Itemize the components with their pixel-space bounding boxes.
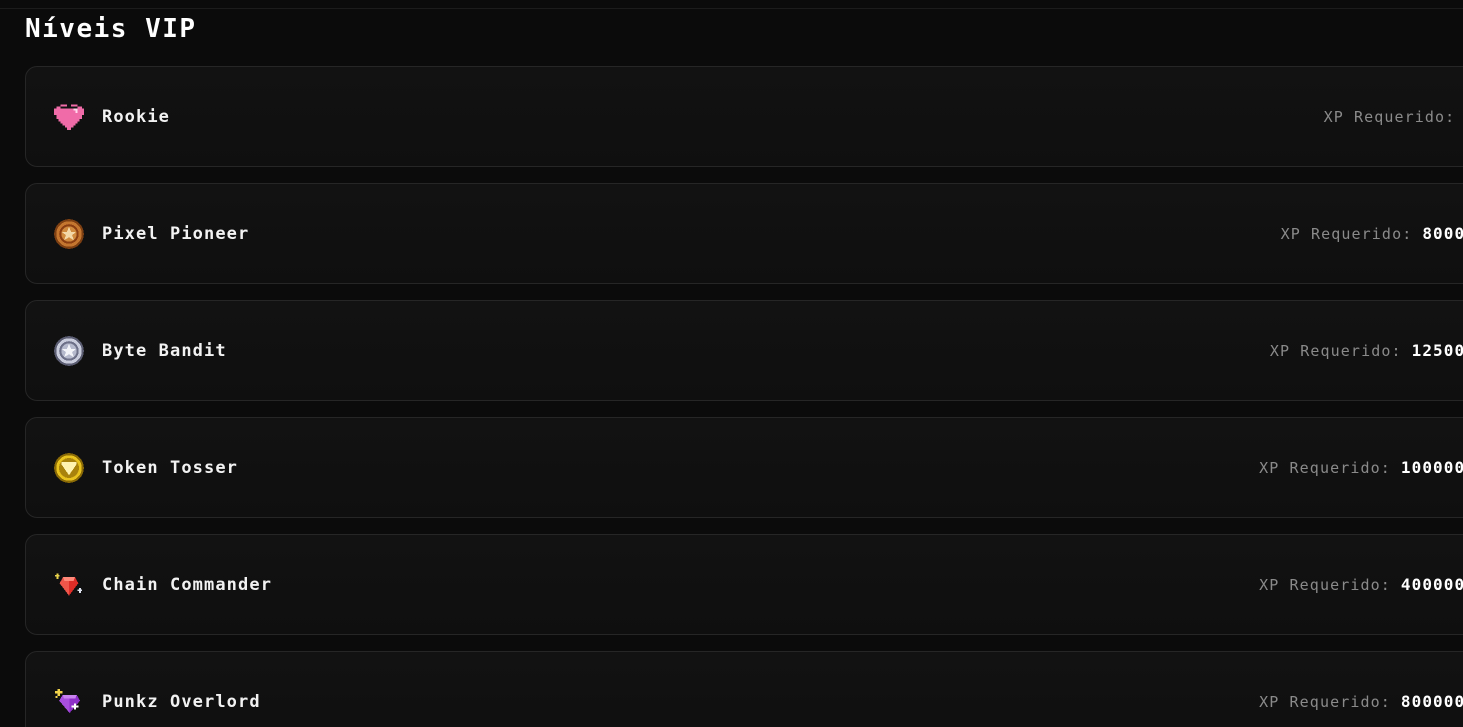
tier-name: Rookie <box>102 106 171 127</box>
xp-label: XP Requerido: <box>1280 225 1413 243</box>
red-gem-icon <box>52 568 86 602</box>
tier-identity: Punkz Overlord <box>52 685 261 719</box>
tier-identity: Token Tosser <box>52 451 238 485</box>
purple-gem-icon <box>52 685 86 719</box>
tier-name: Token Tosser <box>102 457 239 478</box>
bronze-medal-icon <box>52 217 86 251</box>
silver-medal-icon <box>52 334 86 368</box>
tier-name: Punkz Overlord <box>102 691 261 712</box>
gold-medal-icon <box>52 451 86 485</box>
tier-xp: XP Requerido: 0 <box>1324 107 1463 126</box>
xp-value: 8000000 <box>1400 692 1463 711</box>
tier-xp: XP Requerido: 1000000 <box>1259 458 1463 477</box>
header-divider <box>0 8 1463 9</box>
xp-value: 80000 <box>1422 224 1463 243</box>
tier-xp: XP Requerido: 125000 <box>1270 341 1463 360</box>
vip-levels-page: Níveis VIP Rookie XP Requerido: Pixel Pi… <box>0 0 1463 727</box>
xp-value: 4000000 <box>1400 575 1463 594</box>
tier-card-pixel-pioneer[interactable]: Pixel Pioneer XP Requerido: 80000 <box>25 183 1463 284</box>
tier-identity: Rookie <box>52 100 170 134</box>
xp-label: XP Requerido: <box>1269 342 1402 360</box>
tier-name: Byte Bandit <box>102 340 227 361</box>
tier-xp: XP Requerido: 8000000 <box>1259 692 1463 711</box>
xp-label: XP Requerido: <box>1323 108 1456 126</box>
tier-name: Pixel Pioneer <box>102 223 250 244</box>
xp-label: XP Requerido: <box>1259 693 1391 711</box>
tier-identity: Byte Bandit <box>52 334 227 368</box>
tier-card-chain-commander[interactable]: Chain Commander XP Requerido: 4000000 <box>25 534 1463 635</box>
tier-card-rookie[interactable]: Rookie XP Requerido: 0 <box>25 66 1463 167</box>
xp-value: 125000 <box>1411 341 1463 360</box>
tier-xp: XP Requerido: 4000000 <box>1259 575 1463 594</box>
vip-tier-list: Rookie XP Requerido: 0 Pixe <box>25 66 1463 727</box>
xp-value: 1000000 <box>1400 458 1463 477</box>
tier-identity: Pixel Pioneer <box>52 217 249 251</box>
pixel-heart-icon <box>52 100 86 134</box>
page-title: Níveis VIP <box>25 14 197 44</box>
tier-card-byte-bandit[interactable]: Byte Bandit XP Requerido: 125000 <box>25 300 1463 401</box>
tier-identity: Chain Commander <box>52 568 272 602</box>
tier-card-token-tosser[interactable]: Token Tosser XP Requerido: 1000000 <box>25 417 1463 518</box>
xp-label: XP Requerido: <box>1259 459 1391 477</box>
tier-xp: XP Requerido: 80000 <box>1281 224 1463 243</box>
tier-name: Chain Commander <box>102 574 273 595</box>
xp-label: XP Requerido: <box>1259 576 1391 594</box>
tier-card-punkz-overlord[interactable]: Punkz Overlord XP Requerido: 8000000 <box>25 651 1463 727</box>
